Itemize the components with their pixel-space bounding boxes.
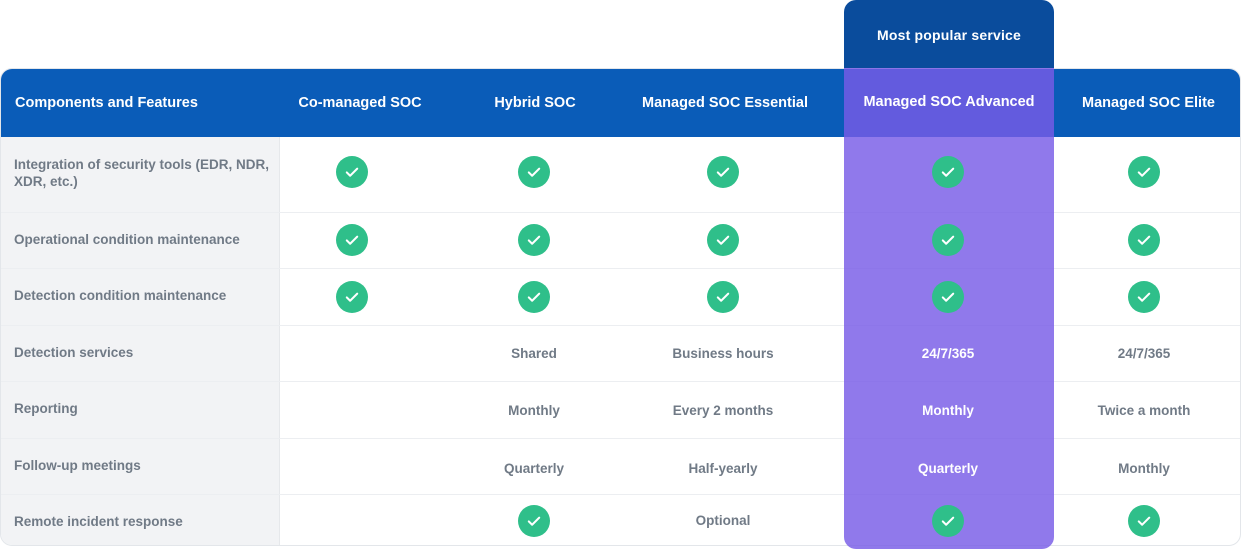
cell-value: Business hours	[672, 346, 774, 361]
cell-value: 24/7/365	[1117, 346, 1171, 361]
cell-value: Quarterly	[917, 460, 979, 476]
check-circle-icon	[336, 224, 368, 256]
header-managed-soc-elite: Managed SOC Elite	[1082, 95, 1215, 111]
cell-value: 24/7/365	[921, 346, 975, 361]
table-cell	[633, 268, 813, 325]
table-cell: Monthly	[444, 381, 624, 438]
cell-value: Twice a month	[1097, 402, 1191, 418]
table-cell: Twice a month	[1054, 381, 1234, 438]
most-popular-badge: Most popular service	[844, 0, 1054, 69]
feature-label: Operational condition maintenance	[14, 232, 240, 247]
check-circle-icon	[932, 156, 964, 188]
table-cell	[633, 212, 813, 268]
table-cell	[262, 325, 442, 381]
check-circle-icon	[932, 224, 964, 256]
check-circle-icon	[1128, 224, 1160, 256]
table-cell	[262, 268, 442, 325]
table-cell	[444, 212, 624, 268]
header-hybrid-soc: Hybrid SOC	[494, 95, 576, 111]
feature-label: Detection condition maintenance	[14, 288, 227, 303]
table-cell: Shared	[444, 325, 624, 381]
feature-label: Integration of security tools (EDR, NDR,…	[14, 157, 270, 189]
table-cell: Optional	[633, 494, 813, 546]
feature-label: Remote incident response	[14, 514, 183, 529]
table-cell: Every 2 months	[633, 381, 813, 438]
check-circle-icon	[518, 156, 550, 188]
check-circle-icon	[1128, 156, 1160, 188]
check-circle-icon	[336, 156, 368, 188]
check-circle-icon	[1128, 280, 1160, 313]
table-cell: Business hours	[633, 325, 813, 381]
table-cell	[262, 438, 442, 494]
table-cell	[858, 136, 1038, 212]
header-managed-soc-essential: Managed SOC Essential	[642, 95, 808, 111]
cell-value: Monthly	[922, 402, 974, 418]
check-circle-icon	[1128, 504, 1160, 537]
cell-value: Shared	[511, 346, 557, 361]
check-circle-icon	[707, 280, 739, 313]
check-circle-icon	[518, 280, 550, 313]
table-cell: Monthly	[1054, 438, 1234, 494]
cell-value: Monthly	[1118, 460, 1170, 476]
table-header: Components and Features Co-managed SOC H…	[1, 69, 1240, 137]
table-cell	[262, 381, 442, 438]
cell-value: Half-yearly	[688, 460, 758, 476]
check-circle-icon	[932, 280, 964, 313]
check-circle-icon	[707, 156, 739, 188]
cell-value: Quarterly	[503, 460, 565, 476]
check-circle-icon	[932, 504, 964, 537]
header-co-managed-soc: Co-managed SOC	[298, 95, 422, 111]
table-cell	[444, 494, 624, 546]
table-cell: Monthly	[858, 381, 1038, 438]
table-cell	[1054, 268, 1234, 325]
table-cell	[858, 268, 1038, 325]
header-managed-soc-advanced: Managed SOC Advanced	[863, 94, 1035, 110]
table-cell	[858, 212, 1038, 268]
check-circle-icon	[518, 504, 550, 537]
table-cell: 24/7/365	[858, 325, 1038, 381]
table-cell: Quarterly	[444, 438, 624, 494]
table-cell	[262, 212, 442, 268]
feature-label: Detection services	[14, 345, 134, 360]
table-cell: 24/7/365	[1054, 325, 1234, 381]
table-cell	[1054, 212, 1234, 268]
table-cell	[1054, 494, 1234, 546]
check-circle-icon	[336, 280, 368, 313]
feature-label: Follow-up meetings	[14, 458, 141, 473]
header-features: Components and Features	[15, 95, 198, 111]
check-circle-icon	[707, 224, 739, 256]
table-cell	[444, 136, 624, 212]
cell-value: Monthly	[508, 402, 560, 418]
cell-value: Every 2 months	[672, 402, 774, 418]
check-circle-icon	[518, 224, 550, 256]
table-cell	[262, 494, 442, 546]
table-cell	[633, 136, 813, 212]
table-cell	[262, 136, 442, 212]
table-cell	[858, 494, 1038, 546]
table-cell: Half-yearly	[633, 438, 813, 494]
cell-value: Optional	[695, 513, 751, 528]
table-cell: Quarterly	[858, 438, 1038, 494]
table-cell	[444, 268, 624, 325]
feature-label: Reporting	[14, 401, 78, 416]
table-cell	[1054, 136, 1234, 212]
